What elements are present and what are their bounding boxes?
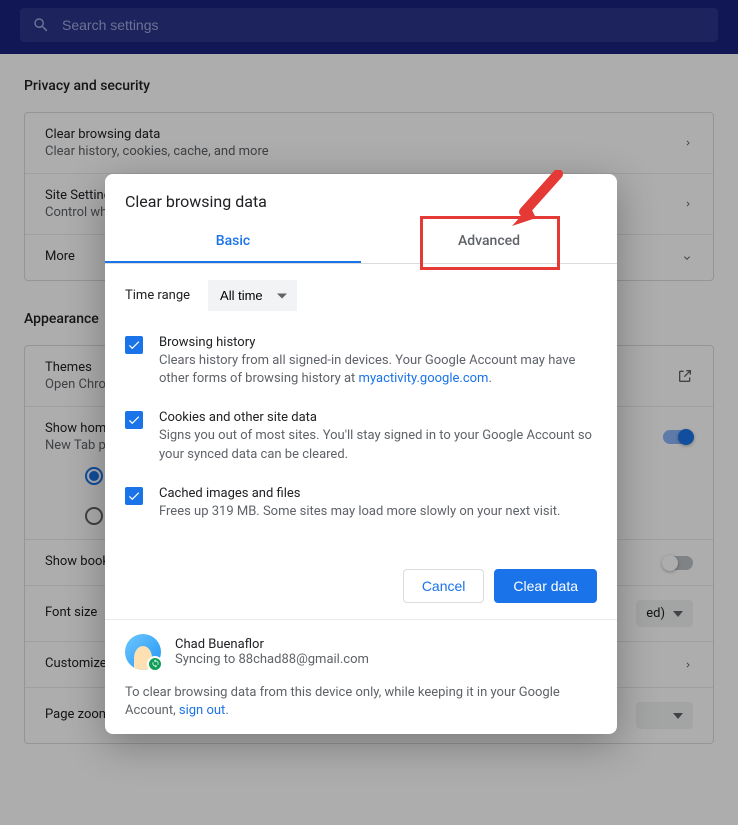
cached-files-option[interactable]: Cached images and files Frees up 319 MB.… [125, 486, 597, 521]
avatar [125, 634, 161, 670]
checkbox-checked-icon[interactable] [125, 487, 143, 505]
clear-data-dialog: Clear browsing data Basic Advanced Time … [105, 174, 617, 734]
clear-data-button[interactable]: Clear data [494, 569, 597, 603]
option-title: Cached images and files [159, 486, 560, 501]
time-range-label: Time range [125, 288, 190, 303]
time-range-row: Time range All time [125, 280, 597, 311]
profile-row: Chad Buenaflor Syncing to 88chad88@gmail… [125, 634, 597, 670]
option-title: Browsing history [159, 335, 597, 350]
option-sub: Frees up 319 MB. Some sites may load mor… [159, 503, 560, 521]
cookies-option[interactable]: Cookies and other site data Signs you ou… [125, 410, 597, 463]
dialog-title: Clear browsing data [105, 174, 617, 221]
tab-advanced[interactable]: Advanced [361, 221, 617, 263]
cancel-button[interactable]: Cancel [403, 569, 485, 603]
footer-note: To clear browsing data from this device … [125, 684, 597, 720]
profile-sync-status: Syncing to 88chad88@gmail.com [175, 652, 369, 667]
checkbox-checked-icon[interactable] [125, 336, 143, 354]
dialog-footer: Chad Buenaflor Syncing to 88chad88@gmail… [105, 619, 617, 734]
option-sub: Signs you out of most sites. You'll stay… [159, 427, 597, 463]
sync-icon [147, 656, 163, 672]
profile-name: Chad Buenaflor [175, 637, 369, 652]
option-title: Cookies and other site data [159, 410, 597, 425]
sign-out-link[interactable]: sign out [179, 703, 225, 718]
tab-basic[interactable]: Basic [105, 221, 361, 263]
browsing-history-option[interactable]: Browsing history Clears history from all… [125, 335, 597, 388]
myactivity-link[interactable]: myactivity.google.com [359, 371, 489, 386]
dialog-actions: Cancel Clear data [105, 553, 617, 619]
dialog-body: Time range All time Browsing history Cle… [105, 264, 617, 553]
time-range-select[interactable]: All time [208, 280, 297, 311]
dialog-tabs: Basic Advanced [105, 221, 617, 264]
option-sub: Clears history from all signed-in device… [159, 352, 597, 388]
checkbox-checked-icon[interactable] [125, 411, 143, 429]
